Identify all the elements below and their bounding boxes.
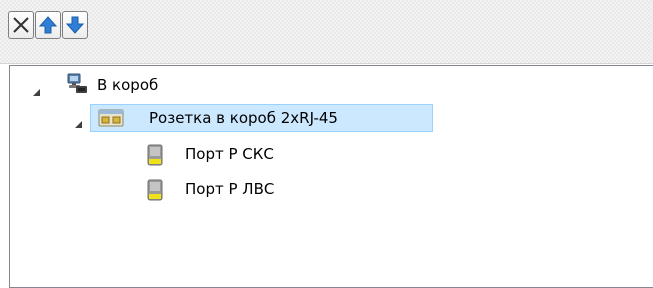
- move-down-button[interactable]: [62, 11, 88, 39]
- tree-node-socket-label[interactable]: Розетка в короб 2xRJ-45: [149, 108, 338, 128]
- expand-toggle[interactable]: [74, 115, 83, 128]
- tree-node-socket-icon: [98, 109, 124, 131]
- tree-node-port-label[interactable]: Порт Р ЛВС: [185, 179, 274, 199]
- arrow-up-icon: [38, 16, 58, 34]
- tree-node-port-label[interactable]: Порт Р СКС: [185, 144, 274, 164]
- move-up-button[interactable]: [35, 11, 61, 39]
- tree-node-root-icon: [65, 72, 89, 100]
- port-icon: [147, 179, 163, 201]
- socket-icon: [98, 109, 124, 127]
- tree-node-root-label[interactable]: В короб: [97, 75, 158, 95]
- arrow-down-icon: [65, 16, 85, 34]
- toolbar: [0, 0, 653, 64]
- expand-toggle[interactable]: [32, 83, 41, 96]
- delete-button[interactable]: [8, 11, 34, 39]
- triangle-expanded-icon: [33, 89, 40, 96]
- triangle-expanded-icon: [75, 121, 82, 128]
- port-icon: [147, 144, 163, 166]
- tree-node-port-icon: [146, 179, 164, 205]
- tree-node-port-icon: [146, 144, 164, 170]
- tree-view[interactable]: В короб Розетка в короб 2xRJ-45 Порт Р С…: [9, 65, 653, 288]
- close-icon: [13, 17, 29, 33]
- computer-network-icon: [67, 73, 87, 93]
